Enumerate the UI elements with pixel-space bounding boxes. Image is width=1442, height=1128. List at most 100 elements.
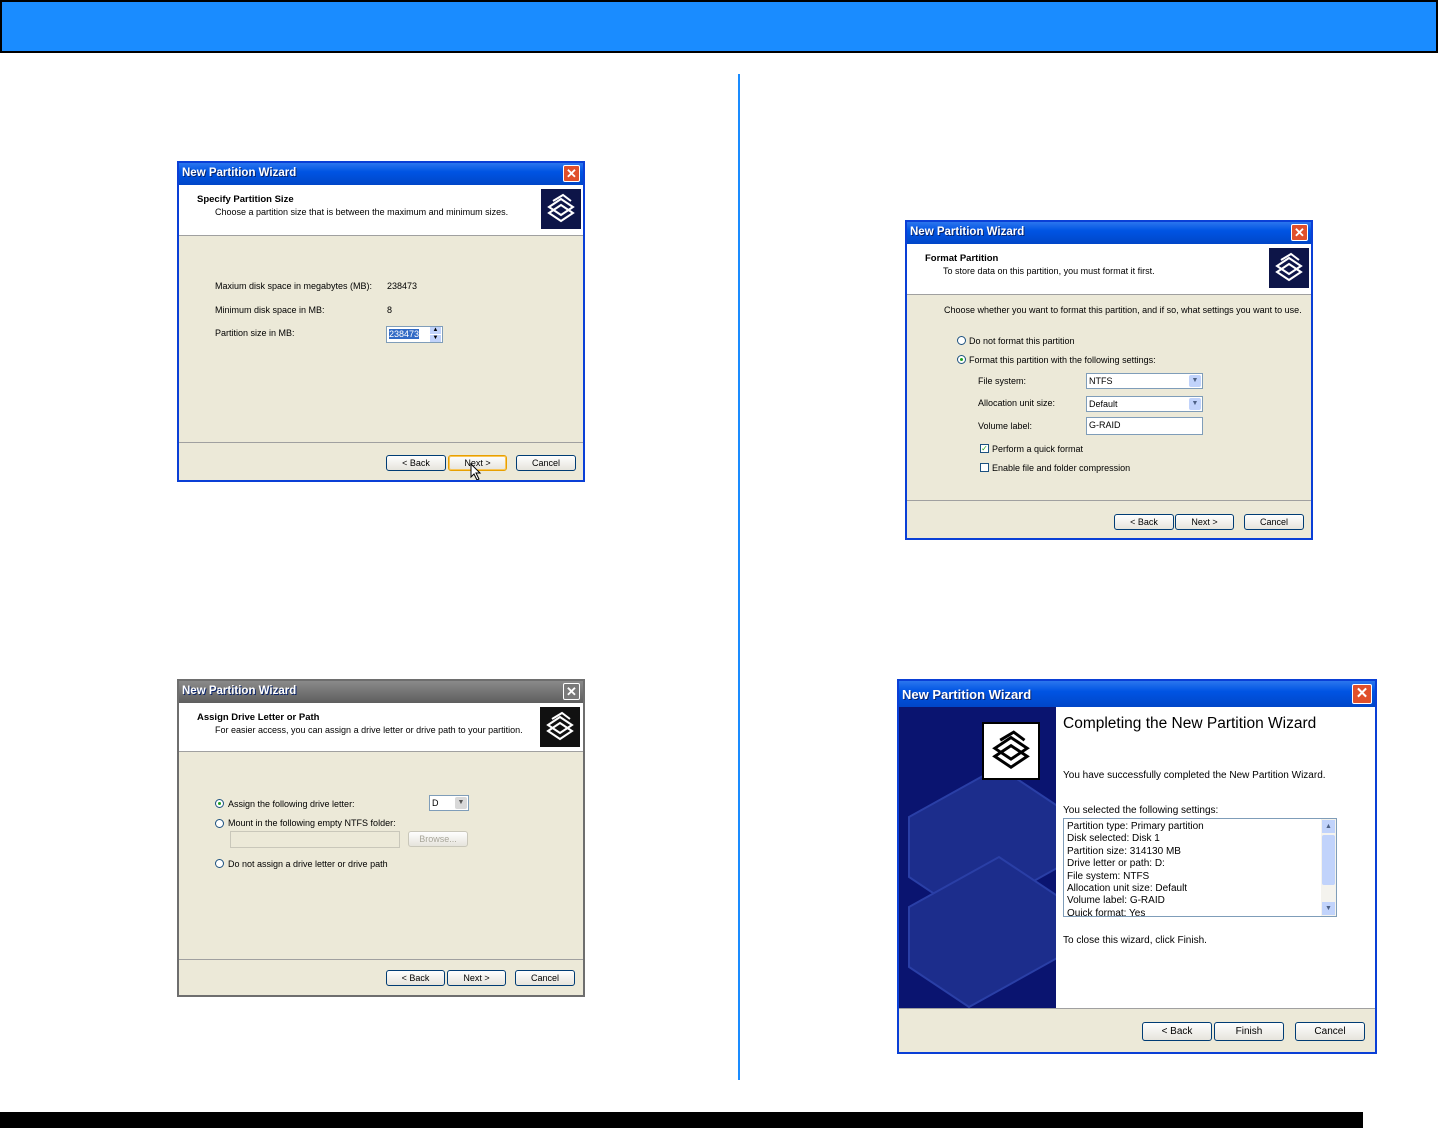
- partition-size-stepper[interactable]: 238473 ▲ ▼: [386, 326, 443, 343]
- dialog-title: New Partition Wizard: [910, 226, 1025, 238]
- setting-item: Volume label: G-RAID: [1067, 895, 1165, 907]
- title-bar[interactable]: New Partition Wizard ✕: [907, 222, 1311, 244]
- back-button[interactable]: < Back: [1114, 514, 1174, 530]
- format-intro-text: Choose whether you want to format this p…: [944, 305, 1302, 315]
- setting-item: Drive letter or path: D:: [1067, 858, 1165, 870]
- volume-label-input[interactable]: G-RAID: [1086, 417, 1203, 435]
- setting-item: Quick format: Yes: [1067, 907, 1146, 917]
- close-button[interactable]: ✕: [563, 165, 580, 182]
- completion-heading: Completing the New Partition Wizard: [1063, 715, 1317, 732]
- partition-size-dialog: New Partition Wizard ✕ Specify Partition…: [177, 161, 585, 482]
- step-subheading: Choose a partition size that is between …: [215, 207, 509, 217]
- button-bar: [907, 500, 1311, 501]
- no-letter-radio[interactable]: [215, 859, 224, 868]
- assign-letter-label: Assign the following drive letter:: [228, 799, 355, 809]
- scroll-up-icon[interactable]: ▲: [1322, 820, 1335, 833]
- cancel-button[interactable]: Cancel: [516, 455, 576, 471]
- assign-letter-radio[interactable]: [215, 799, 224, 808]
- folder-path-input[interactable]: [230, 831, 400, 848]
- title-bar[interactable]: New Partition Wizard ✕: [179, 163, 583, 185]
- wizard-header: Assign Drive Letter or Path For easier a…: [179, 703, 583, 752]
- browse-button[interactable]: Browse...: [408, 831, 468, 847]
- file-system-select[interactable]: NTFS ▼: [1086, 373, 1203, 389]
- step-heading: Assign Drive Letter or Path: [197, 712, 320, 723]
- spin-down-icon[interactable]: ▼: [430, 335, 441, 342]
- scroll-thumb[interactable]: [1322, 835, 1335, 885]
- quick-format-label: Perform a quick format: [992, 444, 1084, 454]
- next-button[interactable]: Next >: [1175, 514, 1234, 530]
- compression-checkbox[interactable]: [980, 463, 989, 472]
- allocation-size-value: Default: [1089, 399, 1118, 409]
- settings-list: Partition type: Primary partition Disk s…: [1067, 821, 1204, 917]
- step-subheading: To store data on this partition, you mus…: [943, 266, 1155, 276]
- close-button[interactable]: ✕: [1291, 224, 1308, 241]
- wizard-side-banner: [899, 707, 1056, 1008]
- cancel-button[interactable]: Cancel: [1244, 514, 1304, 530]
- next-button[interactable]: Next >: [447, 970, 506, 986]
- setting-item: Partition type: Primary partition: [1067, 821, 1204, 832]
- wizard-header: Format Partition To store data on this p…: [907, 244, 1311, 295]
- close-instruction-text: To close this wizard, click Finish.: [1063, 935, 1207, 946]
- mount-folder-radio[interactable]: [215, 819, 224, 828]
- wizard-header: Specify Partition Size Choose a partitio…: [179, 185, 583, 236]
- setting-item: Allocation unit size: Default: [1067, 883, 1188, 895]
- mount-folder-label: Mount in the following empty NTFS folder…: [228, 818, 396, 828]
- format-label: Format this partition with the following…: [969, 355, 1156, 365]
- chevron-down-icon: ▼: [1189, 375, 1201, 387]
- title-bar[interactable]: New Partition Wizard ✕: [179, 681, 583, 703]
- dialog-title: New Partition Wizard: [182, 167, 297, 179]
- partition-size-label: Partition size in MB:: [215, 328, 295, 338]
- file-system-value: NTFS: [1089, 376, 1113, 386]
- dialog-title: New Partition Wizard: [182, 685, 297, 697]
- partition-size-value: 238473: [389, 329, 420, 339]
- step-subheading: For easier access, you can assign a driv…: [215, 725, 523, 735]
- top-banner: [0, 0, 1438, 53]
- quick-format-checkbox[interactable]: ✓: [980, 444, 989, 453]
- file-system-label: File system:: [978, 376, 1027, 386]
- settings-listbox[interactable]: Partition type: Primary partition Disk s…: [1063, 818, 1337, 917]
- setting-item: File system: NTFS: [1067, 870, 1150, 882]
- min-space-label: Minimum disk space in MB:: [215, 305, 325, 315]
- bottom-bar: [0, 1112, 1363, 1128]
- format-partition-dialog: New Partition Wizard ✕ Format Partition …: [905, 220, 1313, 540]
- column-divider: [738, 74, 740, 1080]
- back-button[interactable]: < Back: [1142, 1022, 1212, 1041]
- close-button[interactable]: ✕: [563, 683, 580, 700]
- finish-button[interactable]: Finish: [1214, 1022, 1284, 1041]
- vertical-scrollbar[interactable]: ▲ ▼: [1321, 819, 1336, 916]
- wizard-content: Completing the New Partition Wizard You …: [1056, 707, 1375, 1008]
- setting-item: Disk selected: Disk 1: [1067, 833, 1160, 845]
- title-bar[interactable]: New Partition Wizard ✕: [899, 681, 1375, 707]
- no-format-radio[interactable]: [957, 336, 966, 345]
- cancel-button[interactable]: Cancel: [515, 970, 575, 986]
- close-button[interactable]: ✕: [1352, 684, 1372, 704]
- compression-label: Enable file and folder compression: [992, 463, 1131, 473]
- chevron-down-icon: ▼: [1189, 398, 1201, 410]
- button-bar: [899, 1008, 1375, 1009]
- settings-label: You selected the following settings:: [1063, 805, 1219, 816]
- button-bar: [179, 959, 583, 960]
- min-space-value: 8: [387, 305, 393, 315]
- step-heading: Specify Partition Size: [197, 194, 294, 205]
- drive-letter-select[interactable]: D ▼: [429, 795, 469, 811]
- no-format-label: Do not format this partition: [969, 336, 1075, 346]
- allocation-size-select[interactable]: Default ▼: [1086, 396, 1203, 412]
- disk-stack-icon: [540, 707, 580, 747]
- mouse-cursor-icon: [470, 463, 482, 480]
- drive-letter-value: D: [432, 798, 439, 808]
- chevron-down-icon: ▼: [455, 797, 467, 809]
- disk-stack-icon: [541, 189, 581, 229]
- spin-up-icon[interactable]: ▲: [430, 327, 441, 334]
- volume-label-value: G-RAID: [1089, 420, 1121, 430]
- allocation-size-label: Allocation unit size:: [978, 398, 1056, 408]
- back-button[interactable]: < Back: [386, 970, 445, 986]
- completing-wizard-dialog: New Partition Wizard ✕ Completing the Ne…: [897, 679, 1377, 1054]
- format-radio[interactable]: [957, 355, 966, 364]
- back-button[interactable]: < Back: [386, 455, 446, 471]
- cancel-button[interactable]: Cancel: [1295, 1022, 1365, 1041]
- volume-label-label: Volume label:: [978, 421, 1033, 431]
- step-heading: Format Partition: [925, 253, 999, 264]
- max-space-label: Maxium disk space in megabytes (MB):: [215, 281, 373, 291]
- disk-stack-icon: [982, 722, 1040, 780]
- scroll-down-icon[interactable]: ▼: [1322, 902, 1335, 915]
